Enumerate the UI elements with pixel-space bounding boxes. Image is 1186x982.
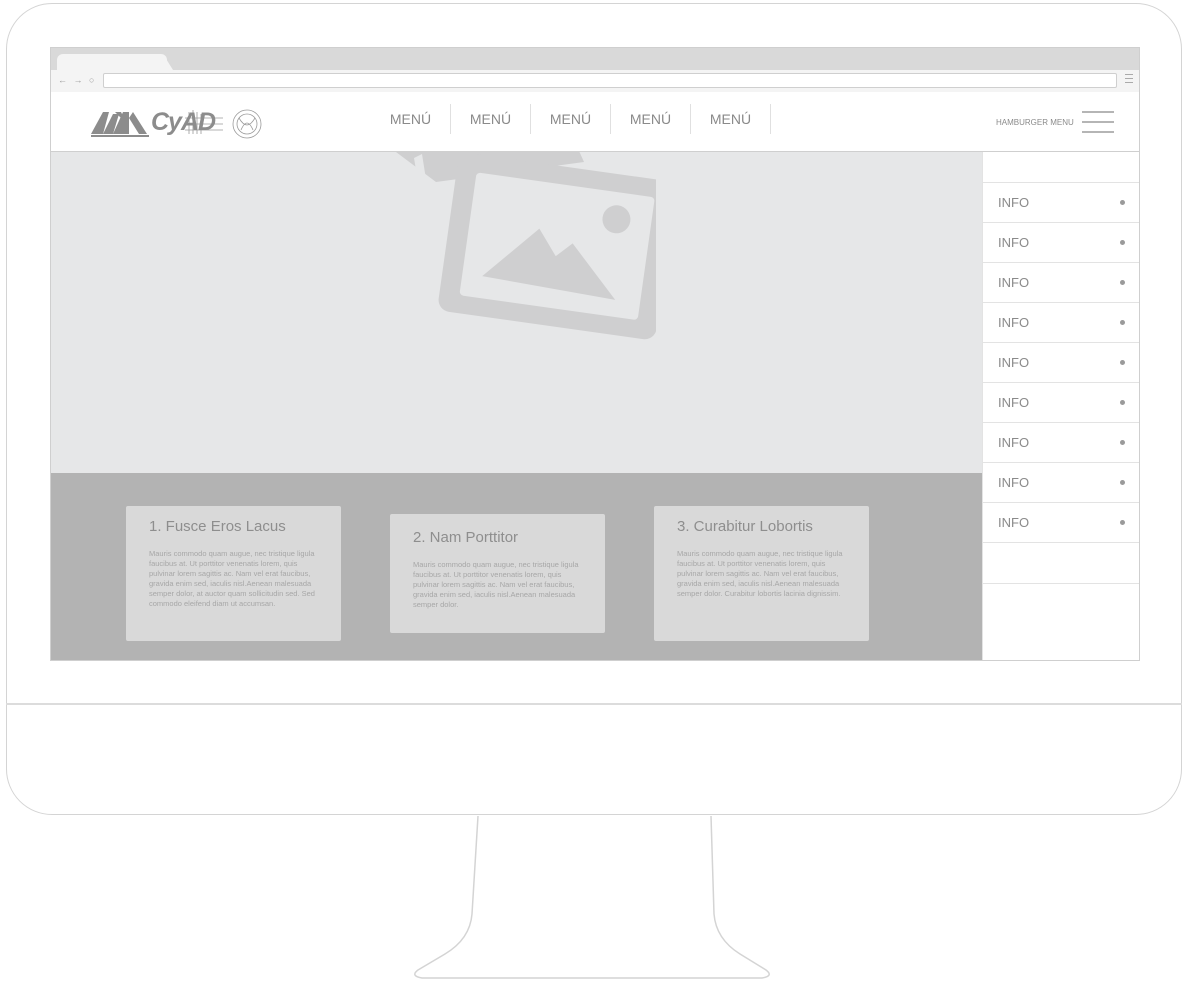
hamburger-label: HAMBURGER MENU [996, 118, 1074, 127]
browser-window: ← → ○ CyAD MENÚ MENÚ MENÚ MENÚ MENÚ HAMB… [50, 47, 1140, 661]
bullet-icon [1120, 360, 1125, 365]
sidebar-item-info-1[interactable]: INFO [983, 183, 1139, 223]
bullet-icon [1120, 480, 1125, 485]
sidebar-item-info-4[interactable]: INFO [983, 303, 1139, 343]
site-logo[interactable]: CyAD [89, 106, 274, 140]
browser-tab[interactable] [57, 54, 167, 70]
info-card-1[interactable]: 1. Fusce Eros Lacus Mauris commodo quam … [126, 506, 341, 641]
monitor-stand [414, 815, 770, 979]
sidebar-item-info-3[interactable]: INFO [983, 263, 1139, 303]
sidebar-divider [983, 583, 1139, 584]
sidebar-item-info-2[interactable]: INFO [983, 223, 1139, 263]
sidebar-item-info-9[interactable]: INFO [983, 503, 1139, 543]
hamburger-icon[interactable] [1082, 109, 1114, 135]
logo-text: CyAD [151, 108, 216, 136]
bullet-icon [1120, 520, 1125, 525]
main-nav: MENÚ MENÚ MENÚ MENÚ MENÚ [371, 104, 771, 134]
hero-banner [51, 152, 982, 473]
content-band: 1. Fusce Eros Lacus Mauris commodo quam … [51, 473, 982, 660]
card-title: 3. Curabitur Lobortis [677, 518, 813, 535]
browser-menu-icon[interactable] [1125, 74, 1133, 84]
sidebar-item-info-8[interactable]: INFO [983, 463, 1139, 503]
image-placeholder-icon [396, 152, 656, 340]
card-body: Mauris commodo quam augue, nec tristique… [149, 549, 315, 608]
nav-item-2[interactable]: MENÚ [451, 104, 531, 134]
card-body: Mauris commodo quam augue, nec tristique… [413, 560, 579, 609]
nav-item-5[interactable]: MENÚ [691, 104, 771, 134]
bullet-icon [1120, 200, 1125, 205]
bullet-icon [1120, 280, 1125, 285]
sidebar-item-info-6[interactable]: INFO [983, 383, 1139, 423]
card-body: Mauris commodo quam augue, nec tristique… [677, 549, 843, 598]
bullet-icon [1120, 440, 1125, 445]
url-input[interactable] [103, 73, 1117, 88]
nav-item-3[interactable]: MENÚ [531, 104, 611, 134]
sidebar-item-info-7[interactable]: INFO [983, 423, 1139, 463]
info-card-2[interactable]: 2. Nam Porttitor Mauris commodo quam aug… [390, 514, 605, 633]
browser-tab-bar [51, 48, 1139, 70]
monitor-chin-divider [6, 703, 1182, 705]
browser-nav-icons[interactable]: ← → ○ [58, 75, 96, 85]
browser-address-bar: ← → ○ [51, 70, 1139, 93]
card-title: 1. Fusce Eros Lacus [149, 518, 286, 535]
bullet-icon [1120, 320, 1125, 325]
bullet-icon [1120, 240, 1125, 245]
nav-item-1[interactable]: MENÚ [371, 104, 451, 134]
nav-item-4[interactable]: MENÚ [611, 104, 691, 134]
sidebar: INFO INFO INFO INFO INFO INFO INFO INFO … [982, 152, 1139, 660]
bullet-icon [1120, 400, 1125, 405]
sidebar-item-info-5[interactable]: INFO [983, 343, 1139, 383]
info-card-3[interactable]: 3. Curabitur Lobortis Mauris commodo qua… [654, 506, 869, 641]
card-title: 2. Nam Porttitor [413, 529, 519, 546]
site-header: CyAD MENÚ MENÚ MENÚ MENÚ MENÚ HAMBURGER … [51, 92, 1139, 152]
